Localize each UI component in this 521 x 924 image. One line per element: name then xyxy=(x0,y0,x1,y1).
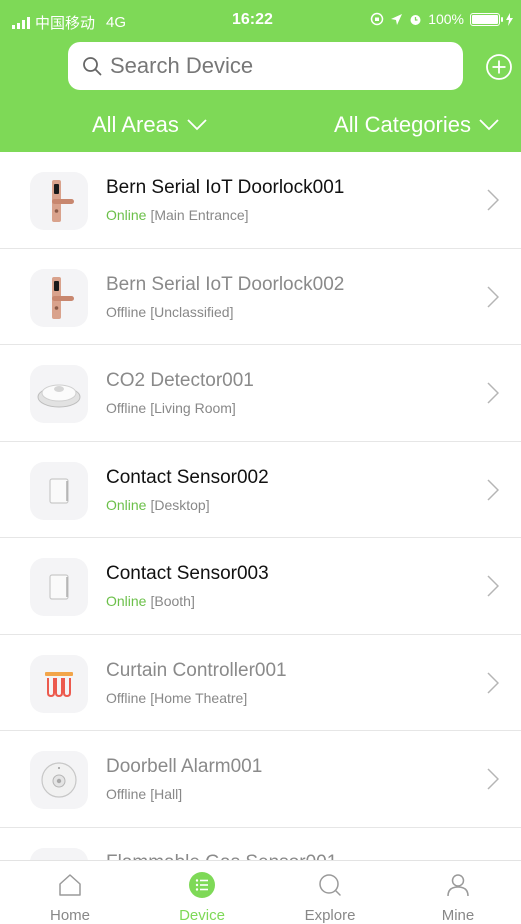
tab-device-label: Device xyxy=(179,907,225,924)
signal-icon xyxy=(12,16,30,29)
status-left: 中国移动 4G xyxy=(12,12,126,33)
filter-areas-label: All Areas xyxy=(92,112,179,137)
device-row-partial[interactable]: Flammable Gas Sensor001 xyxy=(0,827,521,862)
device-name: Bern Serial IoT Doorlock001 xyxy=(106,177,345,198)
device-thumbnail xyxy=(30,751,88,809)
device-row[interactable]: Bern Serial IoT Doorlock001 Online [Main … xyxy=(0,152,521,249)
charging-icon xyxy=(506,12,513,26)
device-meta: Offline [Hall] xyxy=(106,786,182,802)
status-time: 16:22 xyxy=(232,11,273,28)
device-meta: Online [Booth] xyxy=(106,593,195,609)
device-meta: Online [Main Entrance] xyxy=(106,207,249,223)
device-status: Offline xyxy=(106,400,147,416)
doorbell-icon xyxy=(41,762,77,798)
tab-bar: Home Device Explore Mine xyxy=(0,860,521,924)
chevron-down-icon xyxy=(479,119,499,131)
orientation-lock-icon xyxy=(370,12,384,26)
chevron-right-icon xyxy=(487,382,499,404)
search-icon xyxy=(83,57,102,76)
device-thumbnail xyxy=(30,172,88,230)
network-type: 4G xyxy=(106,14,127,31)
chevron-right-icon xyxy=(487,189,499,211)
chevron-right-icon xyxy=(487,768,499,790)
filter-all-areas[interactable]: All Areas xyxy=(92,112,207,138)
device-row[interactable]: Contact Sensor002 Online [Desktop] xyxy=(0,441,521,538)
device-row[interactable]: Contact Sensor003 Online [Booth] xyxy=(0,538,521,635)
battery-icon xyxy=(470,12,503,26)
device-name: Curtain Controller001 xyxy=(106,659,287,681)
device-list: Bern Serial IoT Doorlock001 Online [Main … xyxy=(0,152,521,862)
curtain-icon xyxy=(45,671,73,697)
device-status: Online xyxy=(106,207,147,223)
device-area: [Desktop] xyxy=(150,496,210,513)
carrier-name: 中国移动 xyxy=(35,15,96,32)
contact-sensor-icon xyxy=(49,574,69,600)
device-name: Doorbell Alarm001 xyxy=(106,756,263,777)
tab-mine-label: Mine xyxy=(441,907,475,924)
chevron-right-icon xyxy=(487,285,499,308)
tab-device[interactable]: Device xyxy=(142,861,262,924)
device-name: Contact Sensor003 xyxy=(106,563,269,584)
tab-explore-label: Explore xyxy=(304,907,356,924)
device-thumbnail xyxy=(30,365,88,423)
co2-detector-icon xyxy=(37,384,81,408)
device-status: Online xyxy=(106,496,147,513)
device-thumbnail xyxy=(30,654,88,713)
search-input[interactable] xyxy=(110,53,430,79)
doorlock-icon xyxy=(52,180,74,222)
device-area: [Unclassified] xyxy=(150,303,234,320)
chevron-right-icon xyxy=(487,575,499,597)
filter-categories-label: All Categories xyxy=(334,112,471,137)
device-area: [Main Entrance] xyxy=(150,207,249,223)
device-row[interactable]: Doorbell Alarm001 Offline [Hall] xyxy=(0,731,521,828)
device-area: [Booth] xyxy=(150,593,195,609)
device-row[interactable]: CO2 Detector001 Offline [Living Room] xyxy=(0,345,521,442)
device-thumbnail xyxy=(30,268,88,327)
alarm-icon xyxy=(410,14,421,25)
status-right: 100% xyxy=(370,11,513,27)
doorlock-icon xyxy=(52,276,74,319)
device-status: Offline xyxy=(106,303,147,320)
device-name: Contact Sensor002 xyxy=(106,466,269,488)
device-name: CO2 Detector001 xyxy=(106,370,254,391)
tab-mine[interactable]: Mine xyxy=(398,861,518,924)
device-row[interactable]: Curtain Controller001 Offline [Home Theat… xyxy=(0,634,521,731)
chevron-right-icon xyxy=(487,671,499,694)
device-meta: Online [Desktop] xyxy=(106,497,210,513)
status-bar: 中国移动 4G 16:22 100% xyxy=(0,0,521,40)
chevron-down-icon xyxy=(187,119,207,131)
device-area: [Hall] xyxy=(150,786,183,802)
device-thumbnail xyxy=(30,558,88,616)
search-bar[interactable] xyxy=(68,42,463,90)
device-meta: Offline [Unclassified] xyxy=(106,304,233,320)
contact-sensor-icon xyxy=(49,477,69,504)
device-row[interactable]: Bern Serial IoT Doorlock002 Offline [Uncl… xyxy=(0,248,521,345)
device-area: [Home Theatre] xyxy=(150,689,248,706)
device-status: Offline xyxy=(106,786,147,802)
battery-percent: 100% xyxy=(428,11,464,27)
device-status: Offline xyxy=(106,689,147,706)
device-thumbnail xyxy=(30,461,88,520)
add-device-icon[interactable] xyxy=(485,53,513,81)
tab-home[interactable]: Home xyxy=(10,861,130,924)
home-icon xyxy=(59,874,81,896)
location-icon xyxy=(391,13,403,25)
tab-explore[interactable]: Explore xyxy=(270,861,390,924)
device-area: [Living Room] xyxy=(150,400,236,416)
device-meta: Offline [Living Room] xyxy=(106,400,236,416)
device-list-icon xyxy=(189,872,215,898)
app-header: 中国移动 4G 16:22 100% All Areas All Categor… xyxy=(0,0,521,152)
tab-home-label: Home xyxy=(49,907,90,924)
filter-all-categories[interactable]: All Categories xyxy=(334,112,499,138)
explore-icon xyxy=(319,874,341,896)
person-icon xyxy=(447,874,469,897)
device-status: Online xyxy=(106,593,147,609)
chevron-right-icon xyxy=(487,478,499,501)
device-name: Bern Serial IoT Doorlock002 xyxy=(106,273,345,295)
device-meta: Offline [Home Theatre] xyxy=(106,690,247,706)
